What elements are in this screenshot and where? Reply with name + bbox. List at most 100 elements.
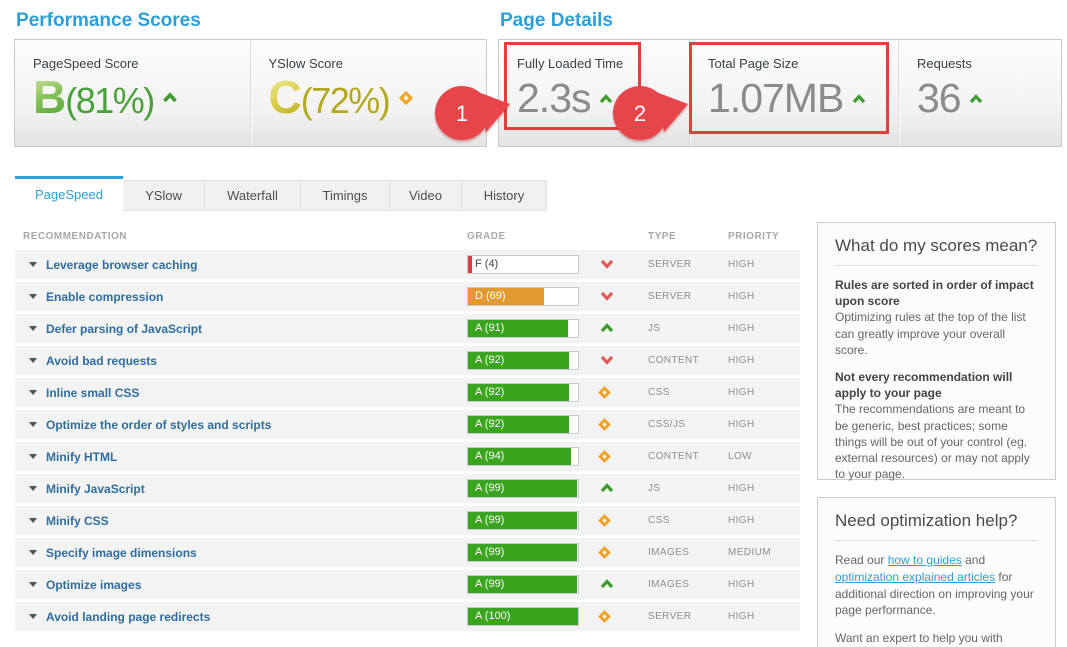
change-cell	[590, 320, 648, 338]
tab-timings[interactable]: Timings	[301, 180, 390, 211]
type-cell: IMAGES	[648, 579, 728, 590]
grade-cell: A (92)	[467, 383, 590, 402]
recommendation-link[interactable]: Leverage browser caching	[46, 258, 197, 272]
expand-caret-icon[interactable]	[29, 390, 37, 395]
annotation-marker-1-number: 1	[456, 101, 468, 126]
recommendation-link[interactable]: Minify JavaScript	[46, 482, 145, 496]
expand-caret-icon[interactable]	[29, 262, 37, 267]
recommendation-link[interactable]: Optimize images	[46, 578, 141, 592]
tab-yslow[interactable]: YSlow	[123, 180, 205, 211]
expand-caret-icon[interactable]	[29, 358, 37, 363]
grade-bar: A (91)	[467, 319, 579, 338]
requests-card: Requests 36	[899, 40, 1061, 146]
recommendation-link[interactable]: Minify HTML	[46, 450, 117, 464]
grade-label: A (99)	[475, 544, 504, 561]
expand-caret-icon[interactable]	[29, 326, 37, 331]
grade-bar: F (4)	[467, 255, 579, 274]
expand-caret-icon[interactable]	[29, 550, 37, 555]
recommendation-link[interactable]: Minify CSS	[46, 514, 109, 528]
grade-cell: D (69)	[467, 287, 590, 306]
grade-bar: D (69)	[467, 287, 579, 306]
table-body: Leverage browser cachingF (4)SERVERHIGHE…	[15, 250, 800, 631]
priority-cell: HIGH	[728, 259, 800, 270]
table-row: Minify HTMLA (94)CONTENTLOW	[15, 442, 800, 471]
grade-cell: A (99)	[467, 575, 590, 594]
recommendation-cell: Minify CSS	[15, 514, 467, 528]
grade-cell: A (99)	[467, 511, 590, 530]
yslow-grade-letter: C	[269, 71, 301, 123]
tab-history[interactable]: History	[462, 180, 547, 211]
priority-cell: HIGH	[728, 419, 800, 430]
page-details-title: Page Details	[500, 10, 613, 32]
priority-cell: HIGH	[728, 323, 800, 334]
report-tabs: PageSpeedYSlowWaterfallTimingsVideoHisto…	[15, 176, 547, 211]
recommendation-link[interactable]: Inline small CSS	[46, 386, 139, 400]
grade-bar-fill	[468, 256, 472, 273]
grade-label: A (92)	[475, 384, 504, 401]
grade-bar: A (99)	[467, 543, 579, 562]
optimization-help-body: Read our how to guides and optimization …	[835, 552, 1038, 647]
grade-cell: A (99)	[467, 479, 590, 498]
expand-caret-icon[interactable]	[29, 422, 37, 427]
trend-neutral-diamond-icon	[598, 610, 611, 623]
type-cell: JS	[648, 323, 728, 334]
table-row: Minify JavaScript A (99) JSHIGH	[15, 474, 800, 503]
grade-cell: A (92)	[467, 351, 590, 370]
recommendation-cell: Minify JavaScript	[15, 482, 467, 496]
change-cell	[590, 512, 648, 530]
grade-bar: A (94)	[467, 447, 579, 466]
grade-label: D (69)	[475, 288, 506, 305]
pagespeed-score-card: PageSpeed Score B(81%)	[15, 40, 251, 146]
priority-cell: HIGH	[728, 483, 800, 494]
expand-caret-icon[interactable]	[29, 486, 37, 491]
recommendation-link[interactable]: Specify image dimensions	[46, 546, 197, 560]
annotation-marker-2: 2	[612, 83, 690, 143]
grade-bar: A (92)	[467, 351, 579, 370]
expand-caret-icon[interactable]	[29, 294, 37, 299]
table-row: Optimize imagesA (99)IMAGESHIGH	[15, 570, 800, 599]
annotation-box-total-page-size	[689, 42, 889, 134]
recommendation-cell: Specify image dimensions	[15, 546, 467, 560]
recommendation-link[interactable]: Avoid bad requests	[46, 354, 157, 368]
gtmetrix-report-page: Performance Scores Page Details PageSpee…	[0, 0, 1067, 647]
yslow-grade-percent: (72%)	[301, 80, 390, 121]
change-cell	[590, 256, 648, 274]
grade-label: A (94)	[475, 448, 504, 465]
sidebar-link-how-to-guides[interactable]: how to guides	[888, 553, 962, 567]
expand-caret-icon[interactable]	[29, 582, 37, 587]
tab-video[interactable]: Video	[390, 180, 462, 211]
recommendation-cell: Avoid bad requests	[15, 354, 467, 368]
change-cell	[590, 448, 648, 466]
performance-scores-panel: PageSpeed Score B(81%) YSlow Score C(72%…	[14, 39, 487, 147]
type-cell: CSS	[648, 515, 728, 526]
table-row: Optimize the order of styles and scripts…	[15, 410, 800, 439]
table-row: Avoid bad requestsA (92)CONTENTHIGH	[15, 346, 800, 375]
expand-caret-icon[interactable]	[29, 614, 37, 619]
recommendation-link[interactable]: Enable compression	[46, 290, 163, 304]
sidebar-link-optimization-explained-articles[interactable]: optimization explained articles	[835, 570, 995, 584]
change-cell	[590, 480, 648, 498]
tab-waterfall[interactable]: Waterfall	[205, 180, 301, 211]
sidebar-paragraph: Want an expert to help you with optimiza…	[835, 630, 1038, 647]
type-cell: CSS	[648, 387, 728, 398]
grade-label: A (92)	[475, 352, 504, 369]
trend-neutral-diamond-icon	[399, 91, 413, 105]
trend-neutral-diamond-icon	[598, 514, 611, 527]
expand-caret-icon[interactable]	[29, 518, 37, 523]
recommendation-link[interactable]: Defer parsing of JavaScript	[46, 322, 202, 336]
change-cell	[590, 608, 648, 626]
tab-pagespeed[interactable]: PageSpeed	[15, 176, 123, 211]
grade-cell: A (99)	[467, 543, 590, 562]
requests-label: Requests	[917, 56, 1061, 71]
recommendation-link[interactable]: Avoid landing page redirects	[46, 610, 210, 624]
scores-meaning-head-2: Not every recommendation will apply to y…	[835, 369, 1038, 401]
priority-cell: HIGH	[728, 387, 800, 398]
type-cell: CONTENT	[648, 355, 728, 366]
column-header-priority: PRIORITY	[728, 231, 800, 242]
trend-up-icon	[162, 92, 178, 103]
optimization-help-box: Need optimization help? Read our how to …	[817, 497, 1056, 647]
recommendation-link[interactable]: Optimize the order of styles and scripts	[46, 418, 271, 432]
grade-label: F (4)	[475, 256, 498, 273]
type-cell: JS	[648, 483, 728, 494]
expand-caret-icon[interactable]	[29, 454, 37, 459]
